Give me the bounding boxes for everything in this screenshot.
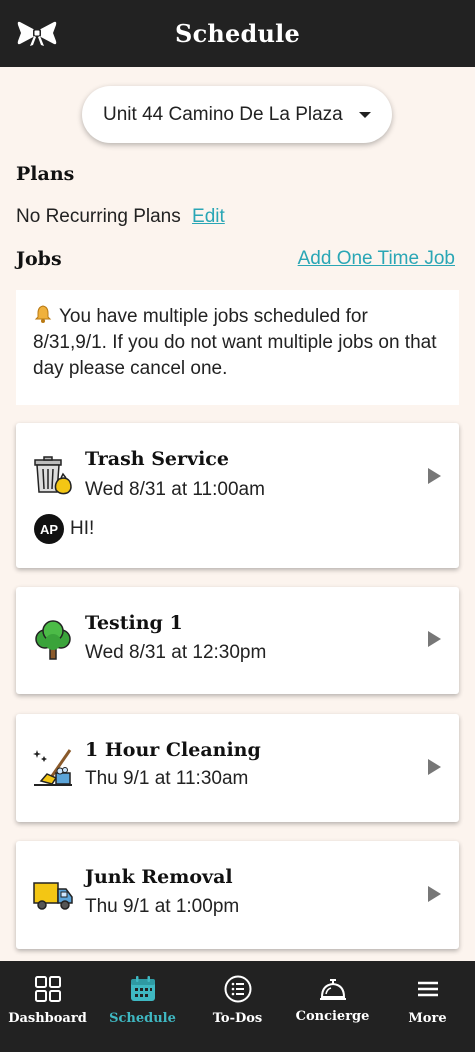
chevron-down-icon bbox=[359, 112, 371, 118]
bell-icon bbox=[34, 305, 52, 323]
tab-label: To-Dos bbox=[212, 1011, 263, 1026]
job-card-junk-removal[interactable]: Junk Removal Thu 9/1 at 1:00pm bbox=[16, 841, 459, 949]
tab-label: Concierge bbox=[295, 1009, 370, 1024]
job-card-trash-service[interactable]: Trash Service Wed 8/31 at 11:00am AP HI! bbox=[16, 423, 459, 568]
job-card-1-hour-cleaning[interactable]: 1 Hour Cleaning Thu 9/1 at 11:30am bbox=[16, 714, 459, 822]
bottom-navigation: Dashboard Schedule To-Dos Concierge More bbox=[0, 961, 475, 1052]
page-title: Schedule bbox=[175, 19, 300, 48]
list-icon bbox=[224, 975, 251, 1003]
plans-text: No Recurring Plans bbox=[16, 206, 181, 227]
chevron-right-icon bbox=[428, 759, 441, 775]
top-bar: Schedule bbox=[0, 0, 475, 67]
chevron-right-icon bbox=[428, 886, 441, 902]
job-time: Wed 8/31 at 11:00am bbox=[85, 479, 265, 500]
multiple-jobs-alert: You have multiple jobs scheduled for 8/3… bbox=[16, 290, 459, 405]
tab-label: More bbox=[408, 1011, 447, 1026]
edit-plans-link[interactable]: Edit bbox=[192, 206, 225, 227]
property-selector[interactable]: Unit 44 Camino De La Plaza bbox=[82, 86, 392, 143]
bell-service-icon bbox=[319, 979, 346, 1000]
alert-text: You have multiple jobs scheduled for 8/3… bbox=[33, 306, 437, 379]
tab-more[interactable]: More bbox=[380, 961, 475, 1052]
job-note: AP HI! bbox=[34, 514, 94, 544]
job-time: Thu 9/1 at 1:00pm bbox=[85, 896, 240, 917]
job-note-text: HI! bbox=[70, 518, 95, 539]
plans-heading: Plans bbox=[16, 163, 75, 185]
jobs-heading: Jobs bbox=[16, 248, 62, 270]
avatar: AP bbox=[34, 514, 64, 544]
tab-schedule[interactable]: Schedule bbox=[95, 961, 190, 1052]
tree-icon bbox=[35, 620, 71, 660]
menu-icon bbox=[417, 981, 438, 997]
job-card-testing-1[interactable]: Testing 1 Wed 8/31 at 12:30pm bbox=[16, 587, 459, 694]
job-name: Testing 1 bbox=[85, 612, 183, 634]
tab-to-dos[interactable]: To-Dos bbox=[190, 961, 285, 1052]
cleaning-icon bbox=[33, 749, 72, 786]
add-one-time-job-link[interactable]: Add One Time Job bbox=[298, 248, 455, 270]
tab-label: Schedule bbox=[109, 1011, 176, 1026]
trash-bin-icon bbox=[34, 456, 72, 495]
tab-label: Dashboard bbox=[8, 1011, 87, 1026]
bow-logo-icon[interactable] bbox=[16, 19, 58, 47]
tab-concierge[interactable]: Concierge bbox=[285, 961, 380, 1052]
job-name: 1 Hour Cleaning bbox=[85, 739, 261, 761]
chevron-right-icon bbox=[428, 468, 441, 484]
chevron-right-icon bbox=[428, 631, 441, 647]
tab-dashboard[interactable]: Dashboard bbox=[0, 961, 95, 1052]
plans-line: No Recurring Plans Edit bbox=[16, 206, 225, 228]
job-name: Junk Removal bbox=[85, 866, 233, 888]
property-selector-value: Unit 44 Camino De La Plaza bbox=[103, 103, 343, 125]
job-name: Trash Service bbox=[85, 448, 229, 470]
job-time: Wed 8/31 at 12:30pm bbox=[85, 642, 267, 663]
calendar-icon bbox=[130, 976, 155, 1001]
job-time: Thu 9/1 at 11:30am bbox=[85, 768, 249, 789]
grid-icon bbox=[34, 976, 61, 1002]
truck-icon bbox=[33, 882, 73, 910]
